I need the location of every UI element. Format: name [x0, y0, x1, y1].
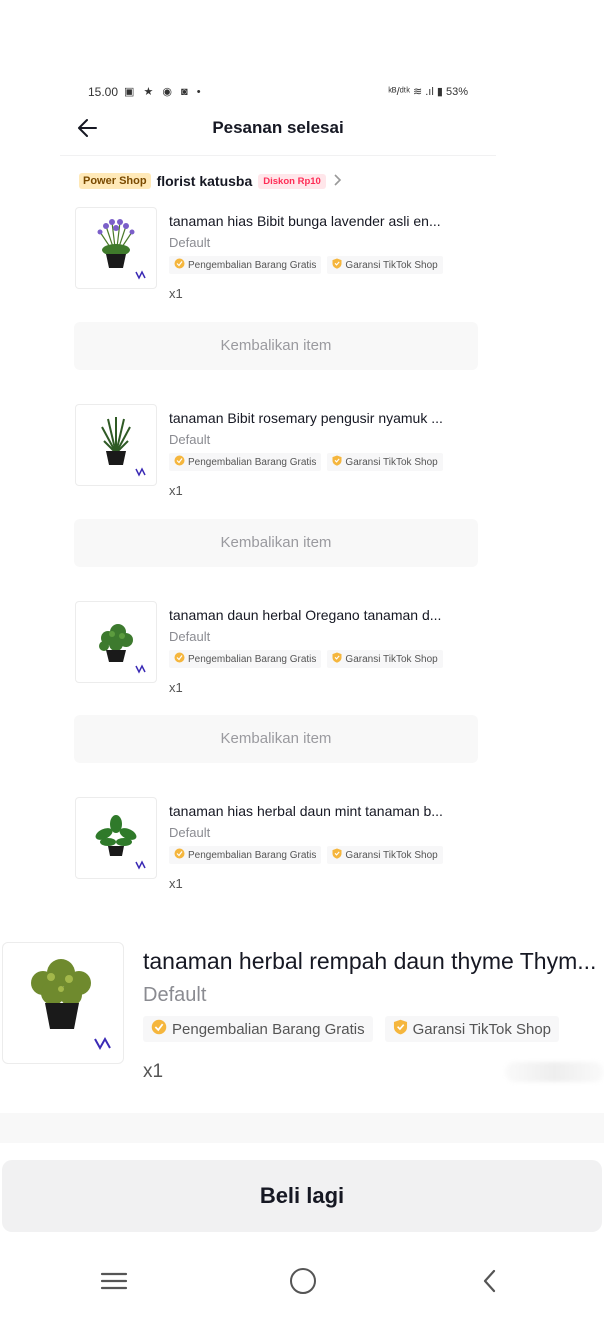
product-name[interactable]: tanaman Bibit rosemary pengusir nyamuk .… [169, 410, 479, 426]
product-thumbnail[interactable] [75, 797, 157, 879]
shield-icon [332, 652, 342, 666]
product-tags: Pengembalian Barang Gratis Garansi TikTo… [169, 453, 443, 471]
blurred-divider [0, 1113, 604, 1143]
guarantee-tag: Garansi TikTok Shop [327, 453, 443, 471]
product-tags: Pengembalian Barang Gratis Garansi TikTo… [169, 650, 443, 668]
product-thumbnail[interactable] [75, 601, 157, 683]
power-shop-badge: Power Shop [79, 173, 151, 189]
back-arrow-icon[interactable] [74, 114, 102, 142]
return-check-icon [174, 455, 185, 469]
product-quantity: x1 [169, 483, 183, 498]
guarantee-tag: Garansi TikTok Shop [327, 650, 443, 668]
product-thumbnail[interactable] [75, 404, 157, 486]
status-right-icons: ᵏᴮ/ᵈᵗᵏ ≋ .ıl ▮ 53% [388, 86, 468, 98]
guarantee-label: Garansi TikTok Shop [412, 1020, 552, 1038]
free-return-label: Pengembalian Barang Gratis [188, 456, 317, 468]
product-variant: Default [169, 825, 211, 840]
return-item-button[interactable]: Kembalikan item [74, 715, 478, 763]
status-bar: 15.00 ▣ ★ ◉ ◙ • ᵏᴮ/ᵈᵗᵏ ≋ .ıl ▮ 53% [88, 85, 468, 103]
recents-icon[interactable] [100, 1270, 128, 1292]
shop-name[interactable]: florist katusba [157, 173, 253, 189]
guarantee-label: Garansi TikTok Shop [345, 653, 438, 665]
return-item-button[interactable]: Kembalikan item [74, 322, 478, 370]
guarantee-label: Garansi TikTok Shop [345, 259, 438, 271]
discount-badge: Diskon Rp10 [258, 173, 326, 189]
product-quantity: x1 [169, 680, 183, 695]
product-tags: Pengembalian Barang Gratis Garansi TikTo… [169, 846, 443, 864]
buy-again-button[interactable]: Beli lagi [2, 1160, 602, 1232]
nav-back-icon[interactable] [480, 1268, 500, 1294]
product-name[interactable]: tanaman hias herbal daun mint tanaman b.… [169, 803, 479, 819]
product-quantity: x1 [169, 286, 183, 301]
header-divider [60, 155, 496, 156]
free-return-label: Pengembalian Barang Gratis [188, 259, 317, 271]
guarantee-tag: Garansi TikTok Shop [384, 1016, 560, 1042]
return-check-icon [151, 1019, 167, 1039]
product-name[interactable]: tanaman hias Bibit bunga lavender asli e… [169, 213, 479, 229]
free-return-label: Pengembalian Barang Gratis [188, 653, 317, 665]
product-quantity: x1 [169, 876, 183, 891]
blurred-price [505, 1062, 604, 1082]
free-return-tag: Pengembalian Barang Gratis [169, 256, 322, 274]
free-return-label: Pengembalian Barang Gratis [188, 849, 317, 861]
free-return-tag: Pengembalian Barang Gratis [143, 1016, 373, 1042]
status-time: 15.00 [88, 85, 119, 99]
product-thumbnail[interactable] [75, 207, 157, 289]
product-quantity: x1 [143, 1061, 164, 1082]
shield-icon [332, 455, 342, 469]
home-icon[interactable] [290, 1268, 316, 1294]
guarantee-tag: Garansi TikTok Shop [327, 256, 443, 274]
shield-icon [332, 848, 342, 862]
product-tags: Pengembalian Barang Gratis Garansi TikTo… [143, 1016, 560, 1042]
product-variant: Default [143, 984, 207, 1006]
free-return-tag: Pengembalian Barang Gratis [169, 846, 322, 864]
return-item-button[interactable]: Kembalikan item [74, 519, 478, 567]
return-check-icon [174, 258, 185, 272]
product-variant: Default [169, 432, 211, 447]
free-return-tag: Pengembalian Barang Gratis [169, 453, 322, 471]
chevron-right-icon[interactable] [332, 173, 342, 190]
shield-icon [332, 258, 342, 272]
free-return-tag: Pengembalian Barang Gratis [169, 650, 322, 668]
shield-icon [393, 1019, 408, 1039]
product-thumbnail-large[interactable] [2, 942, 124, 1064]
shop-row[interactable]: Power Shop florist katusba Diskon Rp10 [79, 171, 342, 191]
page-title: Pesanan selesai [212, 118, 344, 137]
return-check-icon [174, 652, 185, 666]
guarantee-tag: Garansi TikTok Shop [327, 846, 443, 864]
return-check-icon [174, 848, 185, 862]
product-variant: Default [169, 629, 211, 644]
notification-icons: ▣ ★ ◉ ◙ • [124, 86, 204, 98]
guarantee-label: Garansi TikTok Shop [345, 849, 438, 861]
guarantee-label: Garansi TikTok Shop [345, 456, 438, 468]
product-name[interactable]: tanaman daun herbal Oregano tanaman d... [169, 607, 479, 623]
product-name[interactable]: tanaman herbal rempah daun thyme Thym... [143, 948, 604, 975]
product-variant: Default [169, 235, 211, 250]
product-tags: Pengembalian Barang Gratis Garansi TikTo… [169, 256, 443, 274]
free-return-label: Pengembalian Barang Gratis [172, 1020, 365, 1038]
